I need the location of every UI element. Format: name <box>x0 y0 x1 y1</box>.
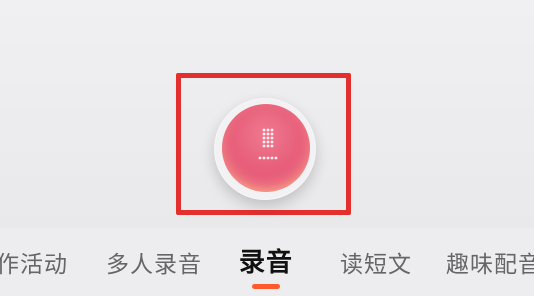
recording-area <box>0 0 534 228</box>
tab-read-short-text[interactable]: 读短文 <box>340 245 412 279</box>
microphone-icon <box>258 128 278 160</box>
tab-recording[interactable]: 录音 <box>239 242 293 279</box>
tab-activity[interactable]: 作活动 <box>0 245 68 279</box>
mode-tab-bar: 作活动 多人录音 录音 读短文 趣味配音 <box>0 228 534 296</box>
tab-multi-person-recording[interactable]: 多人录音 <box>106 245 202 279</box>
tab-fun-dubbing[interactable]: 趣味配音 <box>446 245 534 279</box>
active-tab-indicator <box>252 284 280 289</box>
